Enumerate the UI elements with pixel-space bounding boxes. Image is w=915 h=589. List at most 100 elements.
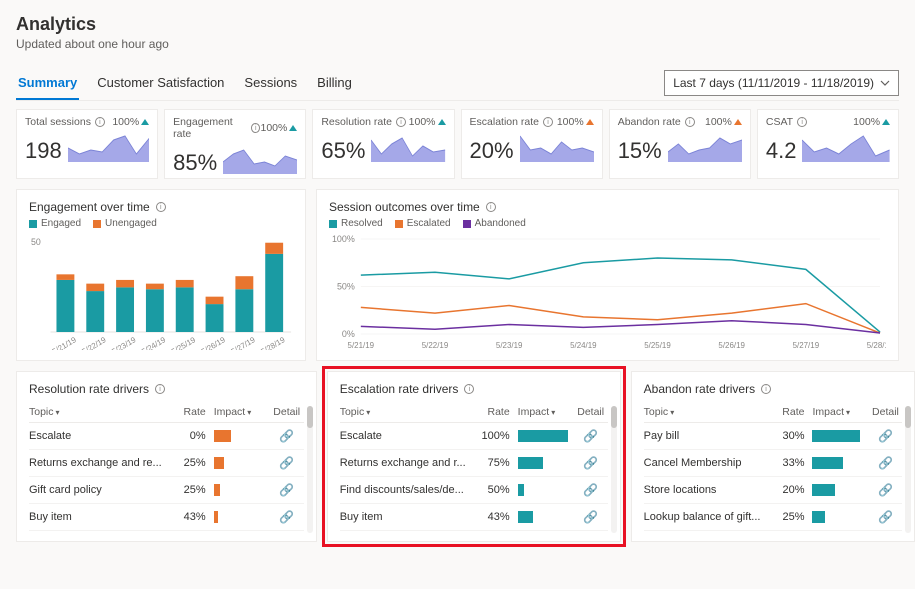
detail-link-icon[interactable]: 🔗 (279, 510, 294, 524)
info-icon[interactable]: i (156, 202, 166, 212)
kpi-trend: 100% (409, 116, 446, 128)
kpi-sparkline (668, 130, 742, 162)
impact-cell (804, 511, 868, 523)
table-row[interactable]: Returns exchange and r... 75% 🔗 (340, 450, 608, 477)
table-header: Topic▾ Rate Impact▾ Detail (29, 406, 304, 423)
page-subtitle: Updated about one hour ago (16, 37, 899, 51)
detail-link-icon[interactable]: 🔗 (583, 510, 598, 524)
rate-cell: 20% (760, 484, 804, 496)
scrollbar[interactable] (905, 406, 911, 533)
driver-title: Escalation rate driversi (340, 382, 608, 396)
table-header: Topic▾ Rate Impact▾ Detail (644, 406, 903, 423)
info-icon[interactable]: i (464, 384, 474, 394)
table-row[interactable]: Cancel Membership 33% 🔗 (644, 450, 903, 477)
kpi-3[interactable]: Escalation ratei 100% 20% (461, 109, 603, 179)
page-header: Analytics Updated about one hour ago (16, 14, 899, 51)
info-icon[interactable]: i (486, 202, 496, 212)
kpi-value: 20% (470, 140, 514, 162)
tab-summary[interactable]: Summary (16, 69, 79, 100)
detail-link-icon[interactable]: 🔗 (583, 456, 598, 470)
info-icon[interactable]: i (251, 123, 260, 133)
detail-link-icon[interactable]: 🔗 (878, 456, 893, 470)
topic-cell: Store locations (644, 484, 761, 496)
drivers-row: Resolution rate driversi Topic▾ Rate Imp… (16, 371, 899, 542)
col-detail: Detail (574, 406, 608, 418)
tab-sessions[interactable]: Sessions (242, 69, 299, 100)
scrollbar[interactable] (611, 406, 617, 533)
col-topic: Topic▾ (644, 406, 761, 418)
table-row[interactable]: Escalate 100% 🔗 (340, 423, 608, 450)
kpi-value: 198 (25, 140, 62, 162)
table-row[interactable]: Gift card policy 25% 🔗 (29, 477, 304, 504)
info-icon[interactable]: i (543, 117, 553, 127)
tab-billing[interactable]: Billing (315, 69, 354, 100)
info-icon[interactable]: i (396, 117, 406, 127)
info-icon[interactable]: i (797, 117, 807, 127)
topic-cell: Gift card policy (29, 484, 162, 496)
topic-cell: Pay bill (644, 430, 761, 442)
table-row[interactable]: Returns exchange and re... 25% 🔗 (29, 450, 304, 477)
detail-link-icon[interactable]: 🔗 (878, 510, 893, 524)
kpi-1[interactable]: Engagement ratei 100% 85% (164, 109, 306, 179)
table-row[interactable]: Store locations 20% 🔗 (644, 477, 903, 504)
detail-link-icon[interactable]: 🔗 (279, 429, 294, 443)
info-icon[interactable]: i (155, 384, 165, 394)
trend-up-icon (438, 119, 446, 125)
detail-link-icon[interactable]: 🔗 (583, 483, 598, 497)
detail-link-icon[interactable]: 🔗 (878, 429, 893, 443)
rate-cell: 30% (760, 430, 804, 442)
detail-link-icon[interactable]: 🔗 (583, 429, 598, 443)
svg-text:5/24/19: 5/24/19 (140, 335, 168, 350)
svg-text:5/24/19: 5/24/19 (570, 341, 597, 350)
table-row[interactable]: Buy item 43% 🔗 (340, 504, 608, 531)
driver-title: Abandon rate driversi (644, 382, 903, 396)
tabs-row: Summary Customer Satisfaction Sessions B… (16, 69, 899, 101)
detail-link-icon[interactable]: 🔗 (878, 483, 893, 497)
table-row[interactable]: Buy item 43% 🔗 (29, 504, 304, 531)
table-row[interactable]: Escalate 0% 🔗 (29, 423, 304, 450)
rate-cell: 33% (760, 457, 804, 469)
col-detail: Detail (270, 406, 304, 418)
kpi-0[interactable]: Total sessionsi 100% 198 (16, 109, 158, 179)
col-impact: Impact▾ (804, 406, 868, 418)
kpi-label: Total sessions (25, 116, 91, 128)
topic-cell: Returns exchange and re... (29, 457, 162, 469)
svg-text:5/26/19: 5/26/19 (718, 341, 745, 350)
kpi-2[interactable]: Resolution ratei 100% 65% (312, 109, 454, 179)
topic-cell: Escalate (340, 430, 466, 442)
legend-item: Unengaged (93, 218, 157, 229)
kpi-5[interactable]: CSATi 100% 4.2 (757, 109, 899, 179)
detail-link-icon[interactable]: 🔗 (279, 456, 294, 470)
info-icon[interactable]: i (761, 384, 771, 394)
kpi-4[interactable]: Abandon ratei 100% 15% (609, 109, 751, 179)
impact-cell (206, 457, 270, 469)
detail-link-icon[interactable]: 🔗 (279, 483, 294, 497)
scrollbar[interactable] (307, 406, 313, 533)
svg-text:100%: 100% (332, 235, 355, 244)
impact-cell (804, 430, 868, 442)
legend-item: Resolved (329, 218, 383, 229)
svg-text:5/23/19: 5/23/19 (496, 341, 523, 350)
impact-cell (510, 511, 574, 523)
tab-csat[interactable]: Customer Satisfaction (95, 69, 226, 100)
driver-title: Resolution rate driversi (29, 382, 304, 396)
table-row[interactable]: Lookup balance of gift... 25% 🔗 (644, 504, 903, 531)
impact-cell (804, 484, 868, 496)
info-icon[interactable]: i (95, 117, 105, 127)
charts-row: Engagement over timei EngagedUnengaged 5… (16, 189, 899, 361)
topic-cell: Buy item (340, 511, 466, 523)
impact-cell (510, 430, 574, 442)
kpi-value: 65% (321, 140, 365, 162)
topic-cell: Escalate (29, 430, 162, 442)
date-range-picker[interactable]: Last 7 days (11/11/2019 - 11/18/2019) (664, 70, 899, 96)
table-row[interactable]: Pay bill 30% 🔗 (644, 423, 903, 450)
rate-cell: 100% (466, 430, 510, 442)
topic-cell: Buy item (29, 511, 162, 523)
impact-cell (510, 484, 574, 496)
engagement-chart: 505/21/195/22/195/23/195/24/195/25/195/2… (29, 235, 293, 350)
kpi-label: Escalation rate (470, 116, 539, 128)
rate-cell: 25% (162, 484, 206, 496)
info-icon[interactable]: i (685, 117, 695, 127)
table-row[interactable]: Find discounts/sales/de... 50% 🔗 (340, 477, 608, 504)
kpi-value: 85% (173, 152, 217, 174)
